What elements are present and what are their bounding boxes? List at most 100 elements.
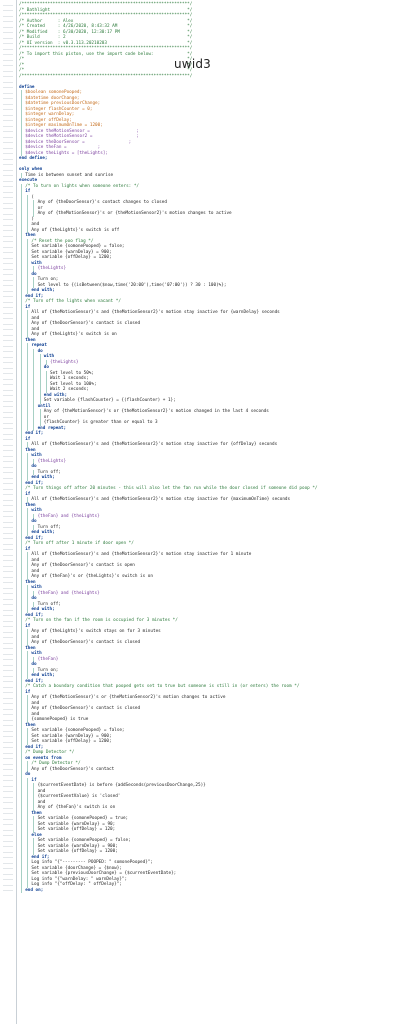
gutter-tick xyxy=(3,373,13,374)
gutter-tick xyxy=(3,472,13,473)
code-text: Set variable {warnDelay} = 90; xyxy=(37,821,116,827)
gutter-tick xyxy=(3,653,13,655)
code-text: do xyxy=(37,348,43,354)
gutter-tick xyxy=(3,664,13,666)
code-text: All of {theMotionSensor}'s and {theMotio… xyxy=(31,552,252,557)
code-text: Any of {theMotionSensor}'s or {theMotion… xyxy=(43,409,269,414)
code-text: or xyxy=(43,414,49,420)
code-text: Any of {theDoorSensor}'s contact is clos… xyxy=(31,321,141,326)
gutter-tick xyxy=(3,532,13,534)
code-text: Any of {theMotionSensor}'s or {theMotion… xyxy=(31,695,226,700)
gutter-tick xyxy=(3,499,13,501)
gutter-tick xyxy=(3,576,13,578)
gutter-tick xyxy=(3,197,13,198)
gutter-tick xyxy=(3,444,13,446)
gutter-tick xyxy=(3,191,13,193)
code-text: if xyxy=(25,304,31,310)
gutter-tick xyxy=(3,142,13,143)
gutter-tick xyxy=(3,43,13,44)
code-text: Set variable {doorChange} = {$now}; xyxy=(31,865,122,871)
code-text: Time is between sunset and sunrise xyxy=(25,172,114,178)
code-text: end if; xyxy=(25,744,44,750)
gutter-tick xyxy=(3,670,13,671)
gutter-tick xyxy=(3,340,13,341)
gutter-tick xyxy=(3,725,13,726)
code-text: Set level to {(isBetween($now,time('20:0… xyxy=(37,282,227,288)
code-text: {theLights} xyxy=(37,266,67,271)
gutter-tick xyxy=(3,879,13,880)
gutter-tick xyxy=(3,290,13,292)
gutter-tick xyxy=(3,840,13,842)
gutter-tick xyxy=(3,538,13,539)
gutter-tick xyxy=(3,345,13,347)
code-text: end if; xyxy=(25,431,44,436)
code-text: end if; xyxy=(31,854,50,860)
code-text: /***************************************… xyxy=(19,13,193,18)
code-text: Turn off; xyxy=(37,601,61,607)
gutter-tick xyxy=(3,488,13,490)
gutter-tick xyxy=(3,741,13,743)
code-text: then xyxy=(25,337,36,343)
code-text: then xyxy=(25,722,36,728)
code-text: only when xyxy=(19,167,43,172)
code-text: then xyxy=(31,810,42,816)
gutter-tick xyxy=(3,202,13,204)
code-text: /* Bathlight */ xyxy=(19,7,193,13)
code-text: do xyxy=(31,519,37,524)
code-text: /* Dump Detector */ xyxy=(25,750,75,755)
gutter-tick xyxy=(3,367,13,369)
code-text: with xyxy=(31,508,42,513)
gutter-tick xyxy=(3,362,13,363)
gutter-tick xyxy=(3,642,13,644)
code-text: end if; xyxy=(25,293,44,299)
gutter-tick xyxy=(3,708,13,710)
gutter-tick xyxy=(3,510,13,512)
gutter-tick xyxy=(3,175,13,176)
code-text: Any of {theDoorSensor}'s contact is open xyxy=(31,563,135,568)
code-text: Any of {theFan}'s or {theLights}'s switc… xyxy=(31,574,153,579)
code-text: with xyxy=(31,651,42,656)
gutter-tick xyxy=(3,857,13,858)
gutter-tick xyxy=(3,549,13,550)
gutter-tick xyxy=(3,164,13,165)
gutter-tick xyxy=(3,268,13,270)
gutter-tick xyxy=(3,598,13,600)
gutter-tick xyxy=(3,235,13,237)
gutter-tick xyxy=(3,125,13,127)
code-text: /* */ xyxy=(19,68,193,73)
code-text: {theFan} and {theLights} xyxy=(37,590,100,596)
code-text: Set variable {offDelay} = 120; xyxy=(37,827,116,832)
code-text: then xyxy=(25,579,36,585)
gutter-tick xyxy=(3,719,13,721)
code-text: then xyxy=(25,645,36,651)
code-text: then xyxy=(25,233,36,238)
code-text: end if; xyxy=(25,480,44,486)
gutter-tick xyxy=(3,785,13,787)
gutter-tick xyxy=(3,807,13,809)
gutter-tick xyxy=(3,543,13,545)
gutter-tick xyxy=(3,516,13,517)
gutter-tick xyxy=(3,4,13,6)
gutter-tick xyxy=(3,10,13,11)
gutter-tick xyxy=(3,769,13,770)
code-text: execute xyxy=(19,178,38,183)
gutter-tick xyxy=(3,505,13,506)
gutter-tick xyxy=(3,648,13,649)
code-text: Wait 2 seconds; xyxy=(50,387,89,392)
code-text: $integer maximumOnTime = 1200; xyxy=(25,123,103,128)
code-text: $datetime previousDoorChange; xyxy=(25,101,101,106)
code-text: /* Reset the poo flag */ xyxy=(31,238,94,244)
code-text: do xyxy=(43,365,49,370)
gutter-tick xyxy=(3,136,13,138)
code-text: /* To import this piston, use the import… xyxy=(19,51,193,57)
code-text: /***************************************… xyxy=(19,2,193,7)
piston-code-view: /***************************************… xyxy=(0,0,415,1024)
gutter-tick xyxy=(3,868,13,869)
gutter-tick xyxy=(3,334,13,336)
gutter-tick xyxy=(3,224,13,226)
gutter-tick xyxy=(3,389,13,391)
code-text: end if; xyxy=(25,535,44,541)
code-text: end repeat; xyxy=(37,425,67,431)
gutter-tick xyxy=(3,494,13,495)
gutter-tick xyxy=(3,763,13,765)
